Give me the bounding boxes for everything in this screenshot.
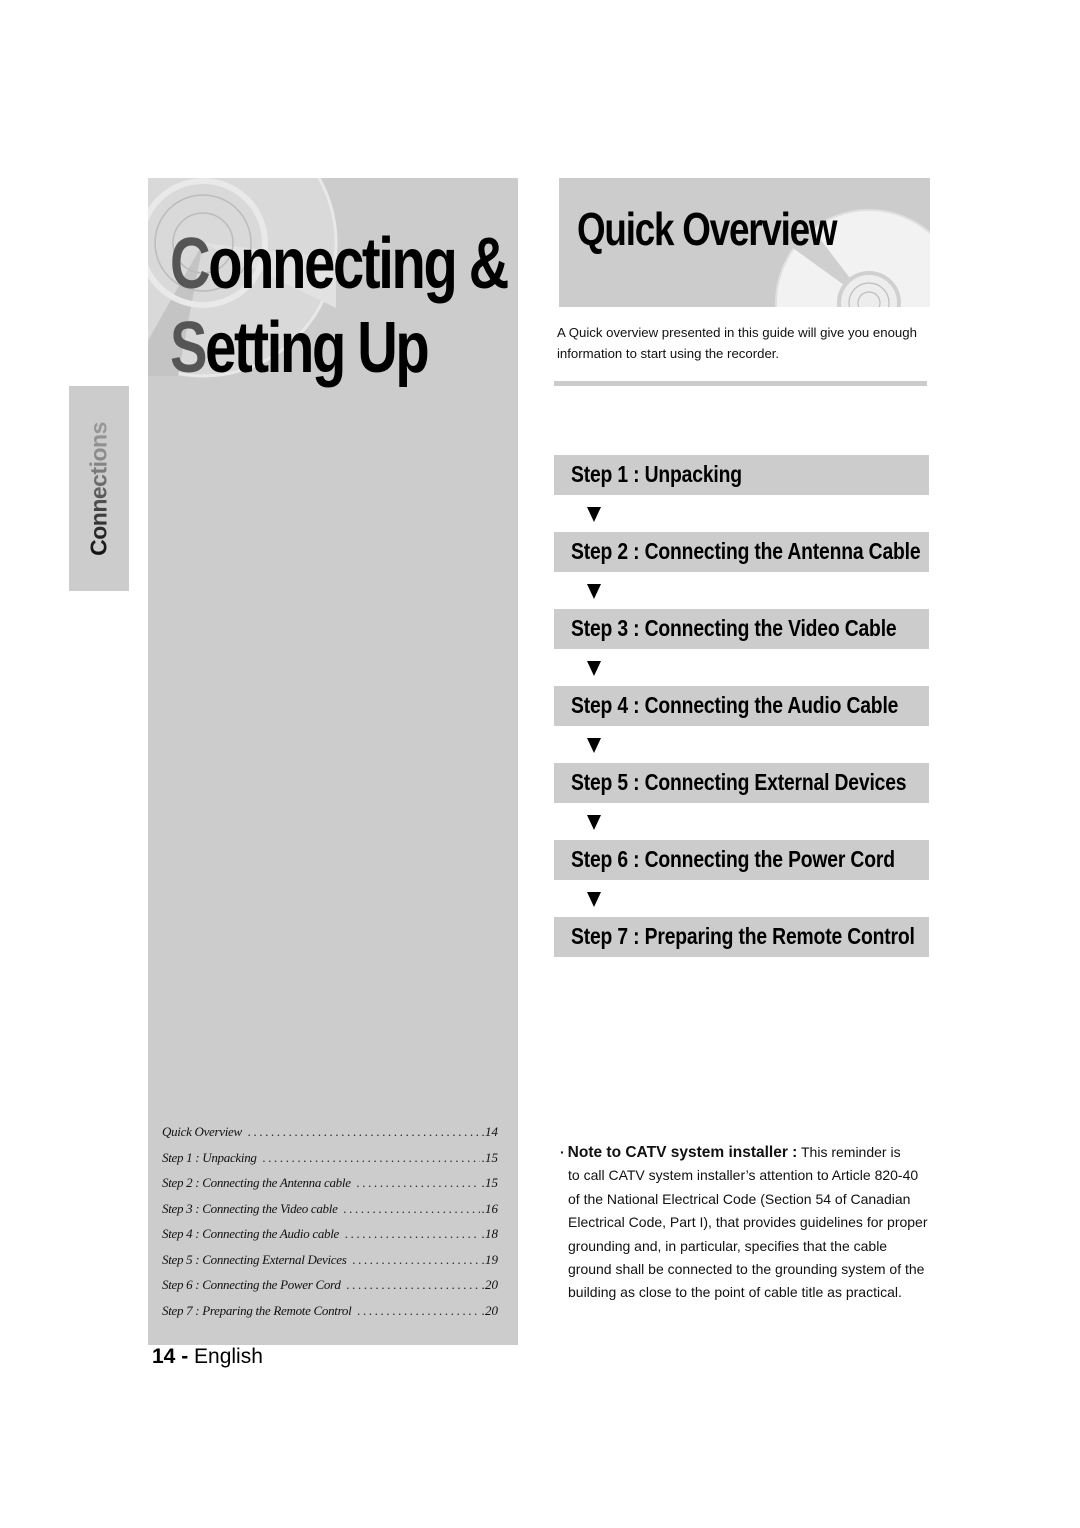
step-label: Step 1 : Unpacking [571, 461, 742, 487]
toc-leader-dots: ........................................… [346, 1277, 480, 1292]
chapter-title-initial-c: C [170, 224, 211, 304]
step-label: Step 3 : Connecting the Video Cable [571, 615, 897, 641]
toc-entry-page: .20 [481, 1302, 498, 1318]
down-triangle-icon [587, 738, 601, 753]
note-body: to call CATV system installer’s attentio… [568, 1167, 928, 1301]
toc-entry-label: Step 4 : Connecting the Audio cable [162, 1226, 339, 1241]
page-number: 14 - English [152, 1345, 263, 1369]
toc-entry-label: Step 2 : Connecting the Antenna cable [162, 1175, 351, 1190]
step-label: Step 4 : Connecting the Audio Cable [571, 692, 899, 718]
toc-entry-page: .20 [481, 1277, 498, 1292]
toc-leader-dots: ........................................… [357, 1302, 480, 1318]
step-item[interactable]: Step 3 : Connecting the Video Cable [554, 609, 929, 649]
bullet: · [560, 1144, 565, 1160]
toc-entry-page: .15 [481, 1175, 498, 1190]
toc-leader-dots: ........................................… [262, 1149, 480, 1165]
catv-note: · Note to CATV system installer : This re… [560, 1141, 930, 1305]
chapter-title-initial-s: S [170, 308, 207, 388]
intro-text: A Quick overview presented in this guide… [557, 325, 917, 361]
toc-leader-dots: ........................................… [356, 1175, 480, 1190]
down-triangle-icon [587, 507, 601, 522]
step-item[interactable]: Step 6 : Connecting the Power Cord [554, 840, 929, 880]
toc-entry-page: .19 [481, 1251, 498, 1267]
toc-entry[interactable]: Step 5 : Connecting External Devices ...… [162, 1252, 498, 1278]
step-label: Step 2 : Connecting the Antenna Cable [571, 538, 921, 564]
chapter-title: Connecting & Setting Up [170, 222, 509, 390]
page-language: English [194, 1345, 263, 1368]
step-item[interactable]: Step 7 : Preparing the Remote Control [554, 917, 929, 957]
toc-leader-dots: ........................................… [247, 1124, 480, 1139]
toc-leader-dots: ........................................… [352, 1251, 480, 1267]
step-item[interactable]: Step 1 : Unpacking [554, 455, 929, 495]
toc-entry[interactable]: Quick Overview .........................… [162, 1124, 498, 1150]
down-triangle-icon [587, 815, 601, 830]
toc-entry[interactable]: Step 3 : Connecting the Video cable ....… [162, 1201, 498, 1227]
toc-leader-dots: ........................................… [343, 1200, 480, 1216]
step-item[interactable]: Step 5 : Connecting External Devices [554, 763, 929, 803]
toc-entry[interactable]: Step 4 : Connecting the Audio cable ....… [162, 1226, 498, 1252]
step-label: Step 5 : Connecting External Devices [571, 769, 907, 795]
page-title: Quick Overview [577, 203, 838, 255]
toc-entry[interactable]: Step 1 : Unpacking .....................… [162, 1150, 498, 1176]
down-triangle-icon [587, 584, 601, 599]
toc-entry-label: Step 6 : Connecting the Power Cord [162, 1277, 341, 1292]
divider [554, 381, 927, 386]
toc-entry-page: .14 [481, 1124, 498, 1139]
toc-leader-dots: ........................................… [345, 1226, 480, 1241]
toc-entry-label: Step 5 : Connecting External Devices [162, 1251, 347, 1267]
note-heading: Note to CATV system installer : [567, 1144, 798, 1161]
chapter-title-line1: onnecting & [208, 224, 509, 304]
toc-entry[interactable]: Step 6 : Connecting the Power Cord .....… [162, 1277, 498, 1303]
chapter-title-line2: etting Up [205, 308, 430, 388]
toc-entry[interactable]: Step 2 : Connecting the Antenna cable ..… [162, 1175, 498, 1201]
toc-entry-page: .18 [481, 1226, 498, 1241]
toc-entry-label: Step 1 : Unpacking [162, 1149, 257, 1165]
section-side-tab-label: Connections [85, 421, 112, 556]
toc-entry[interactable]: Step 7 : Preparing the Remote Control ..… [162, 1303, 498, 1329]
toc-entry-label: Step 3 : Connecting the Video cable [162, 1200, 338, 1216]
chapter-panel: Connecting & Setting Up Quick Overview .… [148, 178, 518, 1345]
step-label: Step 6 : Connecting the Power Cord [571, 846, 895, 872]
step-item[interactable]: Step 4 : Connecting the Audio Cable [554, 686, 929, 726]
table-of-contents: Quick Overview .........................… [162, 1124, 498, 1328]
step-label: Step 7 : Preparing the Remote Control [571, 923, 915, 949]
section-side-tab: Connections [69, 386, 129, 591]
down-triangle-icon [587, 892, 601, 907]
toc-entry-page: .16 [481, 1200, 498, 1216]
toc-entry-label: Quick Overview [162, 1124, 242, 1139]
quick-overview-header: Quick Overview [559, 178, 930, 307]
toc-entry-label: Step 7 : Preparing the Remote Control [162, 1302, 352, 1318]
down-triangle-icon [587, 661, 601, 676]
step-item[interactable]: Step 2 : Connecting the Antenna Cable [554, 532, 929, 572]
toc-entry-page: .15 [481, 1149, 498, 1165]
note-body-first: This reminder is [801, 1144, 901, 1160]
page-number-value: 14 - [152, 1345, 189, 1368]
